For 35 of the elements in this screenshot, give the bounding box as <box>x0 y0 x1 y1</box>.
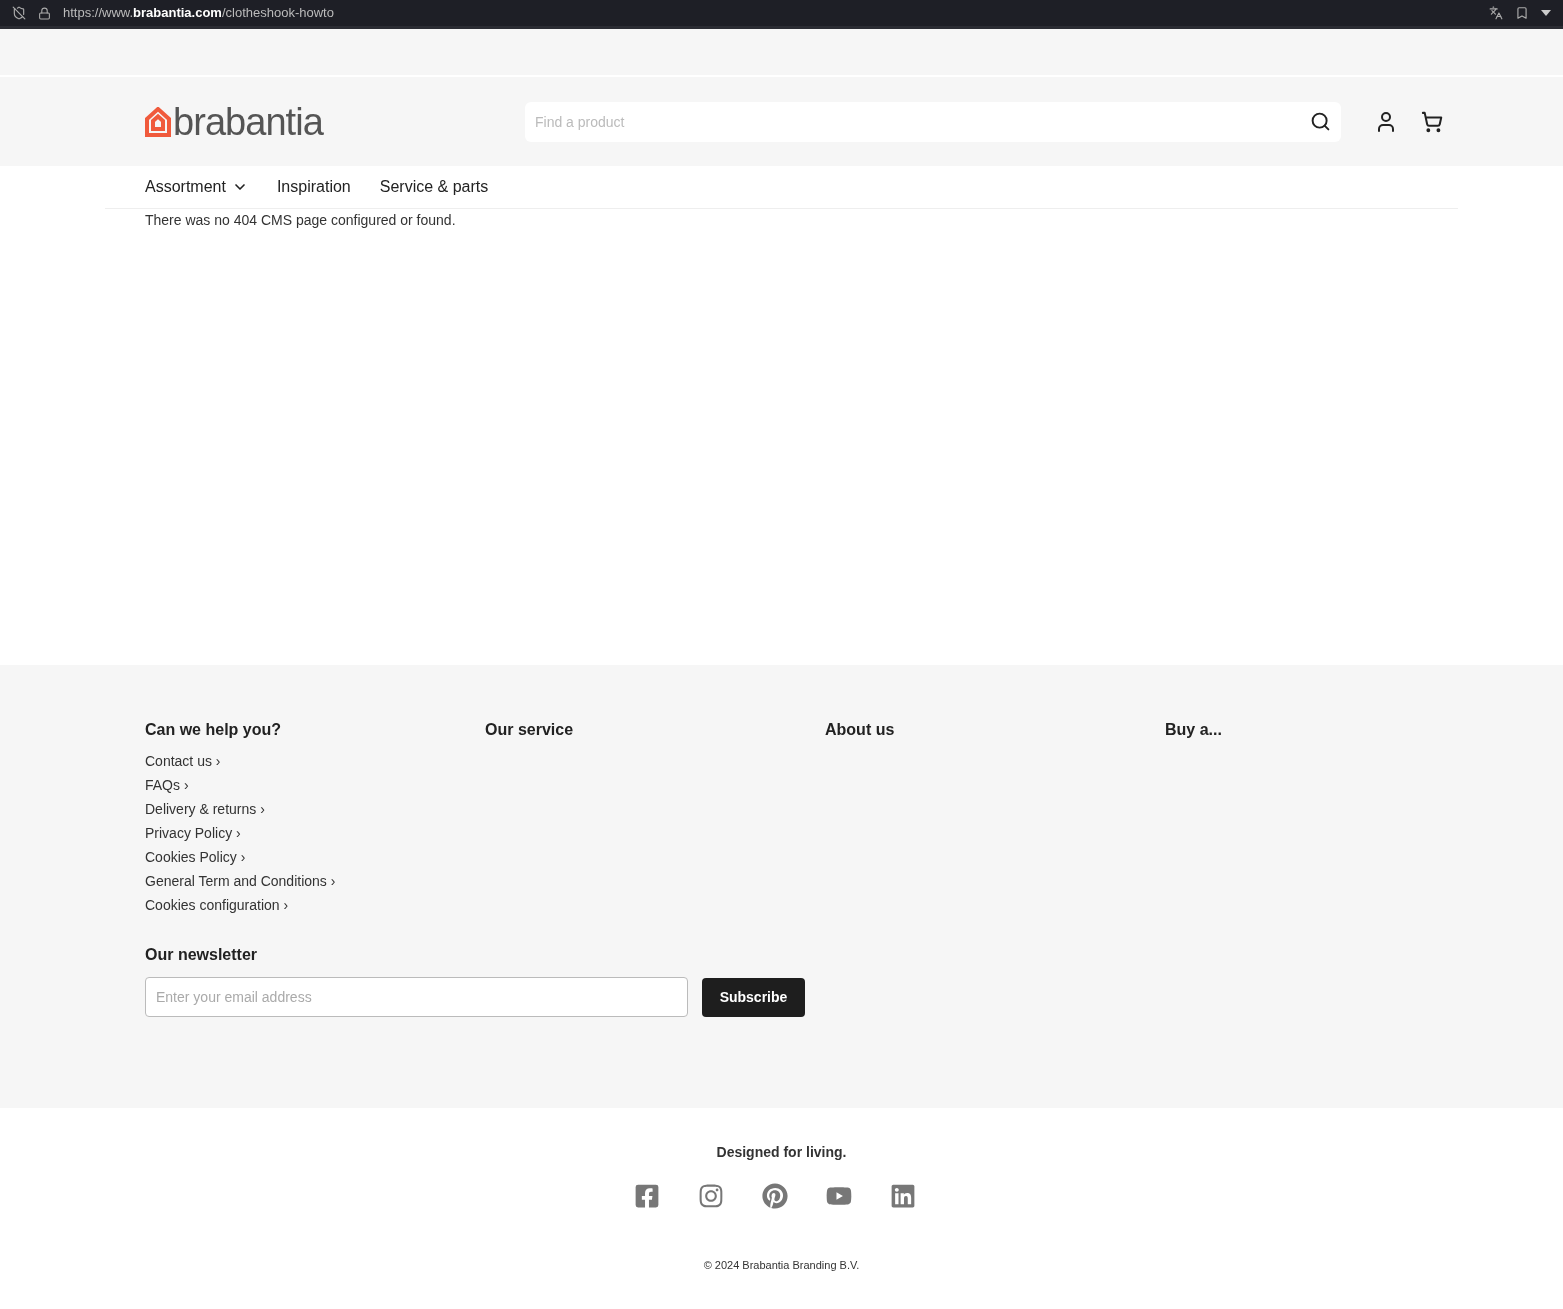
footer-link[interactable]: General Term and Conditions › <box>145 873 336 889</box>
subscribe-button[interactable]: Subscribe <box>702 977 805 1017</box>
footer-heading: Our service <box>485 720 575 740</box>
facebook-icon[interactable] <box>633 1183 660 1209</box>
footer-link[interactable]: Contact us › <box>145 753 221 769</box>
nav-link[interactable]: Assortment <box>145 175 248 199</box>
linkedin-icon[interactable] <box>889 1183 916 1209</box>
footer-link[interactable]: Cookies configuration › <box>145 897 289 913</box>
url-text[interactable]: https://www.brabantia.com/clotheshook-howto <box>63 3 334 23</box>
footer-link[interactable]: FAQs › <box>145 777 189 793</box>
footer-link[interactable]: Delivery & returns › <box>145 801 265 817</box>
footer-link[interactable]: Privacy Policy › <box>145 825 241 841</box>
dropdown-icon[interactable] <box>1541 10 1551 16</box>
copyright-text: © 2024 Brabantia Branding B.V. <box>703 1258 860 1273</box>
shield-icon <box>12 6 26 20</box>
lock-icon <box>38 6 51 20</box>
pinterest-icon[interactable] <box>761 1183 788 1209</box>
cart-icon[interactable] <box>1421 110 1443 133</box>
search-icon[interactable] <box>1310 110 1331 132</box>
footer-heading: Can we help you? <box>145 720 282 740</box>
search-field[interactable]: Find a product <box>525 101 1341 142</box>
not-found-message: There was no 404 CMS page configured or found. <box>145 211 457 230</box>
house-icon <box>145 106 171 137</box>
brand-logo[interactable]: brabantia <box>145 102 525 141</box>
footer-heading: About us <box>825 720 896 740</box>
footer-link[interactable]: Cookies Policy › <box>145 849 246 865</box>
nav-link[interactable]: Inspiration <box>276 175 351 199</box>
email-field[interactable]: Enter your email address <box>145 977 688 1017</box>
newsletter-heading: Our newsletter <box>145 945 259 965</box>
tagline: Designed for living. <box>716 1143 847 1162</box>
instagram-icon[interactable] <box>697 1183 724 1209</box>
bookmark-icon[interactable] <box>1515 6 1529 20</box>
footer-heading: Buy a... <box>1165 720 1223 740</box>
translate-icon[interactable] <box>1489 6 1503 20</box>
nav-link[interactable]: Service & parts <box>379 175 489 199</box>
